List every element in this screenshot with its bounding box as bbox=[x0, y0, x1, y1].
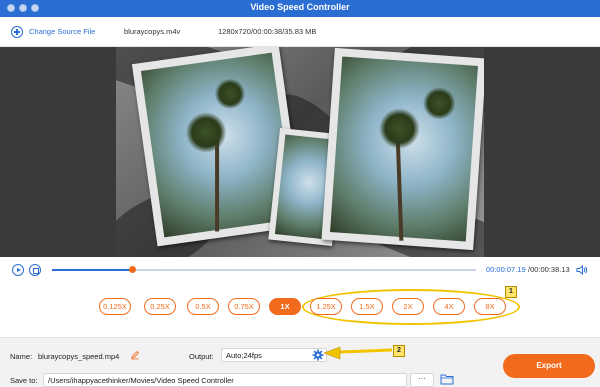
annotation-arrow bbox=[323, 346, 393, 360]
output-filename: bluraycopys_speed.mp4 bbox=[38, 352, 120, 361]
speed-button-125x[interactable]: 1.25X bbox=[310, 298, 342, 315]
progress-slider[interactable] bbox=[52, 266, 476, 273]
source-filename: bluraycopys.m4v bbox=[124, 27, 181, 36]
add-circle-icon[interactable] bbox=[11, 26, 23, 38]
speed-button-0125x[interactable]: 0.125X bbox=[99, 298, 131, 315]
speed-options: 1 0.125X 0.25X 0.5X 0.75X 1X 1.25X 1.5X … bbox=[0, 283, 600, 337]
speed-button-1x[interactable]: 1X bbox=[269, 298, 301, 315]
progress-fill bbox=[52, 268, 133, 271]
speed-button-025x[interactable]: 0.25X bbox=[144, 298, 176, 315]
save-to-label: Save to: bbox=[10, 376, 38, 385]
speed-button-2x[interactable]: 2X bbox=[392, 298, 424, 315]
change-source-file-button[interactable]: Change Source File bbox=[29, 27, 95, 36]
pencil-edit-icon[interactable] bbox=[130, 350, 140, 360]
play-icon[interactable] bbox=[12, 264, 24, 276]
speed-button-075x[interactable]: 0.75X bbox=[228, 298, 260, 315]
current-time: 00:00:07.19 bbox=[486, 265, 526, 274]
output-label: Output: bbox=[189, 352, 214, 361]
source-toolbar: Change Source File bluraycopys.m4v 1280x… bbox=[0, 17, 600, 47]
annotation-badge-2: 2 bbox=[393, 345, 405, 357]
annotation-badge-1: 1 bbox=[505, 286, 517, 298]
speed-button-05x[interactable]: 0.5X bbox=[187, 298, 219, 315]
photo-frame-right bbox=[321, 47, 484, 251]
volume-icon[interactable] bbox=[576, 265, 588, 275]
speed-button-4x[interactable]: 4X bbox=[433, 298, 465, 315]
video-preview[interactable] bbox=[0, 47, 600, 257]
save-to-path: /Users/ihappyacethinker/Movies/Video Spe… bbox=[48, 376, 234, 385]
folder-icon[interactable] bbox=[440, 373, 454, 385]
export-button[interactable]: Export bbox=[503, 354, 595, 378]
progress-handle[interactable] bbox=[129, 266, 137, 273]
output-settings-panel: Name: bluraycopys_speed.mp4 Output: Auto… bbox=[0, 337, 600, 387]
total-time: /00:00:38.13 bbox=[528, 265, 570, 274]
playback-controls: 00:00:07.19 /00:00:38.13 bbox=[0, 257, 600, 283]
name-label: Name: bbox=[10, 352, 33, 361]
output-format-value: Auto;24fps bbox=[226, 351, 262, 360]
window-title: Video Speed Controller bbox=[250, 2, 350, 12]
speed-button-15x[interactable]: 1.5X bbox=[351, 298, 383, 315]
save-to-path-field[interactable]: /Users/ihappyacethinker/Movies/Video Spe… bbox=[43, 373, 407, 387]
title-bar: Video Speed Controller bbox=[0, 0, 600, 17]
source-file-info: 1280x720/00:00:38/35.83 MB bbox=[218, 27, 317, 36]
speed-button-8x[interactable]: 8X bbox=[474, 298, 506, 315]
browse-button[interactable]: ··· bbox=[410, 373, 434, 387]
stop-icon[interactable] bbox=[29, 264, 41, 276]
video-frame-image bbox=[116, 47, 484, 257]
